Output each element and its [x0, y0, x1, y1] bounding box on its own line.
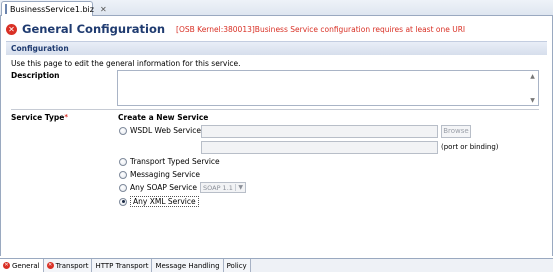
- scroll-down-icon[interactable]: ▼: [530, 97, 535, 104]
- scroll-up-icon[interactable]: ▲: [530, 73, 535, 80]
- required-mark: *: [64, 113, 69, 121]
- intro-text: Use this page to edit the general inform…: [11, 59, 241, 68]
- tab-label: Transport: [55, 261, 89, 270]
- tab-label: Policy: [226, 261, 247, 270]
- service-type-label: Service Type*: [11, 113, 68, 122]
- tab-label: General: [12, 261, 40, 270]
- soap-version-select[interactable]: SOAP 1.1 ▼: [200, 182, 246, 193]
- create-new-service-heading: Create a New Service: [118, 113, 209, 122]
- tab-http-transport[interactable]: HTTP Transport: [92, 259, 153, 272]
- soap-version-value: SOAP 1.1: [203, 183, 233, 192]
- error-icon: ✕: [6, 23, 17, 35]
- description-textarea[interactable]: ▲ ▼: [117, 70, 539, 106]
- file-icon: [5, 4, 7, 14]
- radio-button[interactable]: [119, 157, 127, 166]
- configuration-section-header: Configuration: [6, 41, 547, 55]
- section-title: Configuration: [11, 44, 69, 53]
- radio-label: WSDL Web Service: [130, 126, 201, 135]
- tab-label: Message Handling: [155, 261, 220, 270]
- browse-button[interactable]: Browse: [441, 125, 471, 138]
- radio-button[interactable]: [119, 183, 127, 192]
- tab-policy[interactable]: Policy: [223, 259, 251, 272]
- radio-button[interactable]: [119, 170, 127, 179]
- editor-tab-title: BusinessService1.biz: [10, 4, 94, 14]
- binding-hint: (port or binding): [441, 143, 499, 151]
- radio-any-xml-service[interactable]: Any XML Service: [119, 196, 199, 207]
- radio-wsdl-web-service[interactable]: WSDL Web Service: [119, 126, 201, 135]
- description-label: Description: [11, 71, 60, 80]
- page-title: General Configuration: [22, 22, 166, 36]
- radio-transport-typed-service[interactable]: Transport Typed Service: [119, 157, 220, 166]
- radio-label: Any XML Service: [130, 196, 199, 207]
- editor-page-tabs: ✕ General ✕ Transport HTTP Transport Mes…: [0, 258, 553, 272]
- close-icon[interactable]: ✕: [100, 5, 107, 14]
- service-type-label-text: Service Type: [11, 113, 65, 122]
- description-scrollbar[interactable]: ▲ ▼: [529, 73, 536, 104]
- binding-field[interactable]: [201, 141, 438, 154]
- radio-button[interactable]: [119, 197, 127, 206]
- chevron-down-icon: ▼: [235, 184, 243, 191]
- error-message: [OSB Kernel:380013]Business Service conf…: [176, 24, 466, 34]
- tab-general[interactable]: ✕ General: [0, 259, 44, 272]
- radio-label: Messaging Service: [130, 170, 200, 179]
- radio-any-soap-service[interactable]: Any SOAP Service: [119, 183, 197, 192]
- tab-label: HTTP Transport: [95, 261, 149, 270]
- editor-tab-strip: BusinessService1.biz ✕: [0, 0, 553, 16]
- error-icon: ✕: [3, 262, 10, 269]
- editor-tab[interactable]: BusinessService1.biz ✕: [1, 1, 107, 16]
- separator: [11, 109, 539, 110]
- tab-message-handling[interactable]: Message Handling: [152, 259, 224, 272]
- error-icon: ✕: [46, 262, 54, 269]
- radio-messaging-service[interactable]: Messaging Service: [119, 170, 200, 179]
- tab-transport[interactable]: ✕ Transport: [43, 259, 93, 272]
- radio-button[interactable]: [119, 126, 127, 135]
- wsdl-field[interactable]: [201, 125, 438, 138]
- radio-label: Any SOAP Service: [130, 183, 197, 192]
- page-header: ✕ General Configuration [OSB Kernel:3800…: [6, 22, 465, 36]
- radio-label: Transport Typed Service: [130, 157, 220, 166]
